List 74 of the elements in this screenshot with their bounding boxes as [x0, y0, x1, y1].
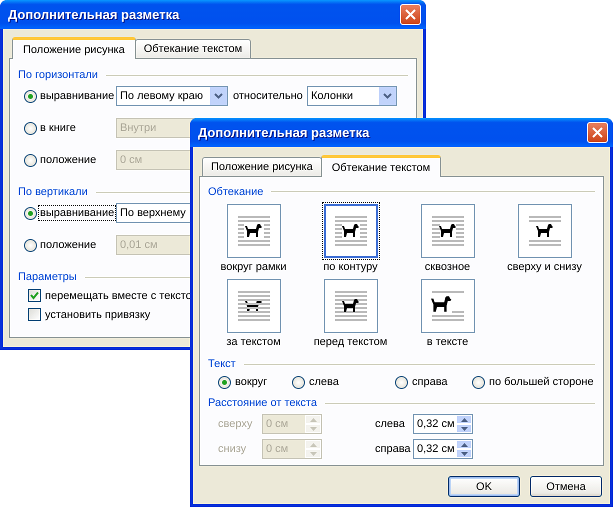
radio-label[interactable]: вокруг: [234, 375, 268, 389]
triangle-down-icon: [460, 452, 468, 456]
field-label: слева: [374, 417, 406, 431]
radio-button[interactable]: [24, 206, 37, 220]
spin-down-button[interactable]: [456, 449, 472, 458]
group-title: Обтекание: [208, 186, 264, 198]
radio-button[interactable]: [292, 376, 305, 388]
group-title: По вертикали: [18, 186, 88, 198]
tab[interactable]: Положение рисунка: [12, 37, 136, 59]
spin-down-button[interactable]: [456, 424, 472, 433]
triangle-up-icon: [310, 442, 316, 446]
window-title: Дополнительная разметка: [8, 7, 180, 22]
radio-button[interactable]: [24, 238, 37, 252]
group-title: По горизонтали: [18, 69, 98, 81]
group-title: Текст: [208, 358, 236, 370]
close-icon: [405, 9, 416, 20]
tab[interactable]: Обтекание текстом: [320, 155, 442, 177]
radio-button[interactable]: [24, 122, 37, 134]
radio-button[interactable]: [24, 154, 37, 166]
radio-label[interactable]: слева: [308, 375, 340, 389]
radio-label[interactable]: положение: [39, 238, 98, 252]
wrap-style-button[interactable]: [226, 204, 280, 258]
triangle-up-icon: [460, 418, 468, 422]
triangle-up-icon: [460, 442, 468, 446]
group-title: Расстояние от текста: [208, 397, 317, 409]
radio-button[interactable]: [395, 376, 408, 388]
wrap-style-button[interactable]: [324, 204, 378, 258]
checkbox-label[interactable]: установить привязку: [44, 308, 152, 322]
field-label: относительно: [233, 90, 304, 102]
radio-label[interactable]: выравнивание: [39, 206, 116, 220]
radio-label[interactable]: в книге: [39, 121, 77, 135]
radio-label[interactable]: по большей стороне: [488, 375, 595, 389]
dropdown[interactable]: Колонки: [307, 86, 397, 106]
close-button[interactable]: [587, 122, 608, 143]
dropdown[interactable]: По левому краю: [116, 86, 228, 106]
wrap-style-button[interactable]: [324, 279, 378, 333]
wrap-style-button[interactable]: [420, 204, 474, 258]
wrap-style-label: сверху и снизу: [507, 261, 582, 273]
dialog-button[interactable]: OK: [448, 476, 520, 497]
checkbox[interactable]: [28, 289, 41, 302]
tab[interactable]: Обтекание текстом: [134, 39, 252, 58]
field-label: снизу: [217, 442, 248, 456]
radio-label[interactable]: выравнивание: [39, 89, 116, 103]
wrap-style-button[interactable]: [420, 279, 474, 333]
spin-field[interactable]: 0,32 см: [413, 439, 473, 459]
radio-label[interactable]: справа: [411, 375, 449, 389]
field-label: справа: [374, 442, 412, 456]
checkbox[interactable]: [28, 308, 41, 321]
group-title: Параметры: [18, 271, 77, 283]
tab[interactable]: Положение рисунка: [202, 157, 322, 176]
spin-up-button[interactable]: [456, 415, 472, 424]
spin-field[interactable]: 0,32 см: [413, 414, 473, 434]
close-button[interactable]: [400, 4, 421, 25]
triangle-down-icon: [460, 426, 468, 430]
chevron-down-icon: [378, 87, 396, 105]
wrap-style-label: в тексте: [426, 336, 468, 348]
radio-button[interactable]: [24, 90, 37, 102]
spin-up-button[interactable]: [456, 440, 472, 449]
wrap-style-label: за текстом: [226, 336, 281, 348]
field-label: сверху: [217, 417, 254, 431]
radio-button[interactable]: [472, 376, 485, 388]
triangle-down-icon: [310, 452, 316, 456]
triangle-down-icon: [310, 426, 316, 430]
dialog-button[interactable]: Отмена: [530, 476, 602, 497]
wrap-style-label: перед текстом: [314, 336, 388, 348]
wrap-style-label: по контуру: [323, 261, 378, 273]
chevron-down-icon: [209, 87, 227, 105]
wrap-style-button[interactable]: [518, 204, 572, 258]
radio-button[interactable]: [218, 376, 231, 388]
wrap-style-label: сквозное: [424, 261, 470, 273]
close-icon: [592, 127, 603, 138]
wrap-style-label: вокруг рамки: [220, 261, 286, 273]
triangle-up-icon: [310, 418, 316, 422]
radio-label[interactable]: положение: [39, 153, 98, 167]
